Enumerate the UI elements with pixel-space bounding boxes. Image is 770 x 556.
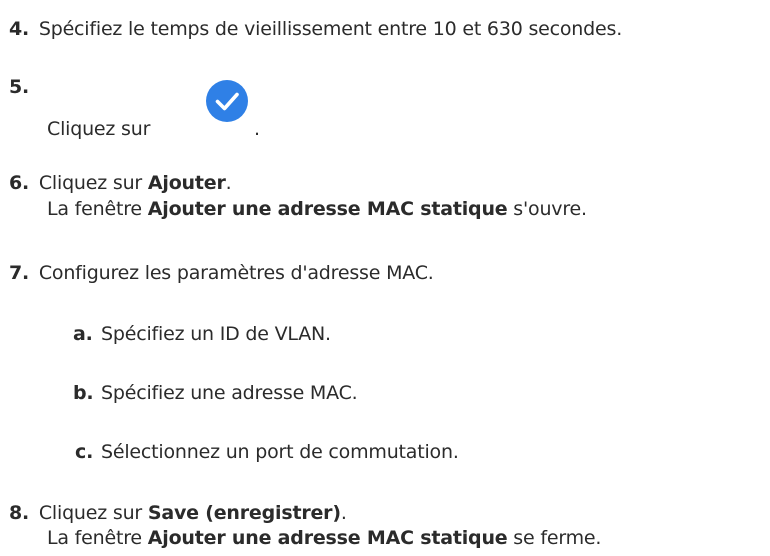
check-circle-icon xyxy=(206,80,248,122)
substep-text: Sélectionnez un port de commutation. xyxy=(101,441,459,463)
step-text: Spécifiez le temps de vieillissement ent… xyxy=(38,18,623,40)
step-5: 5. xyxy=(9,76,33,98)
substep-b: b. Spécifiez une adresse MAC. xyxy=(73,382,358,404)
step-text: Cliquez sur Ajouter. xyxy=(38,172,232,194)
substep-c: c. Sélectionnez un port de commutation. xyxy=(75,441,459,463)
ui-label-window-name: Ajouter une adresse MAC statique xyxy=(147,198,508,220)
step-4: 4. Spécifiez le temps de vieillissement … xyxy=(9,18,622,40)
substep-a: a. Spécifiez un ID de VLAN. xyxy=(73,323,331,345)
substep-letter: b. xyxy=(73,382,94,404)
substep-text: Spécifiez un ID de VLAN. xyxy=(101,323,331,345)
substep-letter: a. xyxy=(73,323,93,345)
ui-label-ajouter: Ajouter xyxy=(147,172,226,194)
step-7: 7. Configurez les paramètres d'adresse M… xyxy=(9,262,434,284)
step-5-period: . xyxy=(254,118,260,140)
step-text: Cliquez sur xyxy=(47,118,151,140)
substep-letter: c. xyxy=(75,441,94,463)
step-8-result: La fenêtre Ajouter une adresse MAC stati… xyxy=(47,527,602,549)
step-number: 6. xyxy=(9,172,30,194)
step-text: Cliquez sur Save (enregistrer). xyxy=(38,502,347,524)
step-5-text: Cliquez sur xyxy=(47,118,150,140)
substep-text: Spécifiez une adresse MAC. xyxy=(101,382,358,404)
step-text: Configurez les paramètres d'adresse MAC. xyxy=(38,262,434,284)
step-number: 8. xyxy=(9,502,30,524)
step-6-result: La fenêtre Ajouter une adresse MAC stati… xyxy=(47,198,587,220)
ui-label-window-name: Ajouter une adresse MAC statique xyxy=(147,527,508,549)
step-8: 8. Cliquez sur Save (enregistrer). xyxy=(9,502,347,524)
step-number: 4. xyxy=(9,18,30,40)
ui-label-save: Save (enregistrer) xyxy=(147,502,341,524)
step-number: 7. xyxy=(9,262,30,284)
step-number: 5. xyxy=(9,76,30,98)
step-6: 6. Cliquez sur Ajouter. xyxy=(9,172,232,194)
